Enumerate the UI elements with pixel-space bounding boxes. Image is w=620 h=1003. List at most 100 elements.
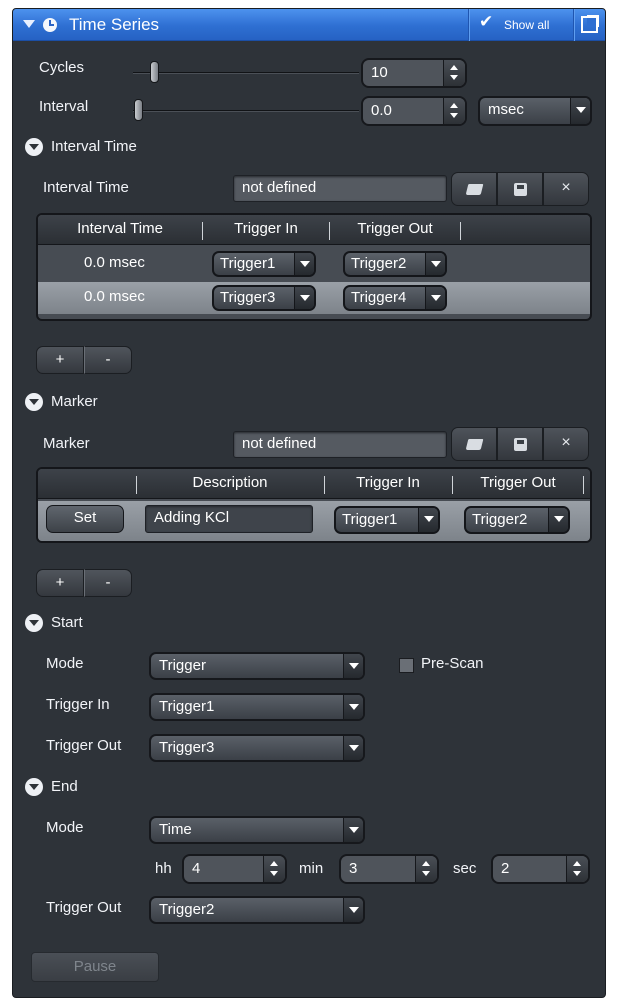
end-mode-value: Time <box>159 821 192 838</box>
minutes-spinbox[interactable]: 3 <box>339 854 439 884</box>
start-trigger-in-dropdown[interactable]: Trigger1 <box>149 693 365 721</box>
hours-spinbox[interactable]: 4 <box>182 854 287 884</box>
add-marker-row-button[interactable]: + <box>36 569 84 597</box>
trigger-out-dropdown[interactable]: Trigger2 <box>343 251 447 277</box>
trigger-in-dropdown[interactable]: Trigger3 <box>212 285 316 311</box>
prescan-checkbox[interactable] <box>399 658 414 673</box>
chevron-down-icon[interactable] <box>570 98 590 124</box>
chevron-down-icon[interactable] <box>343 898 363 922</box>
column-header[interactable]: Trigger In <box>203 220 329 237</box>
show-all-label[interactable]: Show all <box>504 18 549 32</box>
expand-toggle-icon[interactable] <box>25 778 43 796</box>
section-title[interactable]: Interval Time <box>51 138 137 155</box>
cycles-spinbox[interactable]: 10 <box>361 58 467 88</box>
minutes-value[interactable]: 3 <box>349 860 357 877</box>
save-interval-button[interactable] <box>497 172 543 206</box>
remove-interval-row-button[interactable]: - <box>84 346 132 374</box>
interval-value[interactable]: 0.0 <box>371 102 392 119</box>
clock-icon <box>43 18 57 32</box>
expand-toggle-icon[interactable] <box>25 138 43 156</box>
chevron-down-icon[interactable] <box>294 253 314 275</box>
interval-slider-track[interactable] <box>133 110 359 112</box>
open-interval-button[interactable] <box>451 172 497 206</box>
cycles-slider-track[interactable] <box>133 72 359 74</box>
column-header[interactable]: Trigger Out <box>330 220 460 237</box>
start-trigger-out-dropdown[interactable]: Trigger3 <box>149 734 365 762</box>
add-interval-row-button[interactable]: + <box>36 346 84 374</box>
chevron-down-icon[interactable] <box>425 253 445 275</box>
start-trigger-in-value: Trigger1 <box>159 698 215 715</box>
section-title[interactable]: End <box>51 778 78 795</box>
interval-unit-value: msec <box>488 101 524 118</box>
interval-time-table: Interval Time Trigger In Trigger Out 0.0… <box>36 213 592 321</box>
chevron-down-icon[interactable] <box>548 508 568 532</box>
trigger-out-dropdown[interactable]: Trigger4 <box>343 285 447 311</box>
chevron-down-icon[interactable] <box>418 508 438 532</box>
chevron-down-icon[interactable] <box>343 695 363 719</box>
minutes-label: min <box>299 860 324 877</box>
interval-label: Interval <box>39 98 89 115</box>
hours-value[interactable]: 4 <box>192 860 200 877</box>
save-disk-icon <box>514 183 527 196</box>
end-trigger-out-value: Trigger2 <box>159 901 215 918</box>
marker-description-input[interactable]: Adding KCl <box>145 505 313 533</box>
expand-toggle-icon[interactable] <box>25 393 43 411</box>
cycles-value[interactable]: 10 <box>371 64 388 81</box>
interval-slider-handle[interactable] <box>134 99 143 121</box>
end-trigger-out-dropdown[interactable]: Trigger2 <box>149 896 365 924</box>
seconds-spinbox[interactable]: 2 <box>491 854 590 884</box>
trigger-in-dropdown[interactable]: Trigger1 <box>334 506 440 534</box>
interval-stepper-arrows-icon[interactable] <box>443 98 465 124</box>
panel-titlebar[interactable]: Time Series ✔ Show all <box>13 9 605 41</box>
interval-unit-dropdown[interactable]: msec <box>478 96 592 126</box>
close-icon: × <box>561 434 571 451</box>
chevron-down-icon[interactable] <box>343 736 363 760</box>
end-mode-dropdown[interactable]: Time <box>149 816 365 844</box>
section-title[interactable]: Start <box>51 614 83 631</box>
trigger-in-dropdown[interactable]: Trigger1 <box>212 251 316 277</box>
seconds-stepper-arrows-icon[interactable] <box>566 856 588 882</box>
cycles-stepper-arrows-icon[interactable] <box>443 60 465 86</box>
delete-marker-button[interactable]: × <box>543 427 589 461</box>
set-marker-button[interactable]: Set <box>46 505 124 533</box>
show-all-check-icon[interactable]: ✔ <box>479 12 493 32</box>
end-mode-label: Mode <box>46 819 84 836</box>
interval-time-field[interactable]: not defined <box>233 175 447 202</box>
marker-field[interactable]: not defined <box>233 431 447 458</box>
chevron-down-icon[interactable] <box>294 287 314 309</box>
column-header[interactable]: Description <box>137 474 323 491</box>
chevron-down-icon[interactable] <box>343 654 363 678</box>
column-header[interactable]: Interval Time <box>38 220 202 237</box>
collapse-caret-icon[interactable] <box>23 20 35 28</box>
seconds-label: sec <box>453 860 477 877</box>
hours-stepper-arrows-icon[interactable] <box>263 856 285 882</box>
trigger-in-value: Trigger1 <box>342 511 398 528</box>
seconds-value[interactable]: 2 <box>501 860 509 877</box>
minutes-stepper-arrows-icon[interactable] <box>415 856 437 882</box>
delete-interval-button[interactable]: × <box>543 172 589 206</box>
table-row[interactable]: 0.0 msec Trigger1 Trigger2 <box>38 248 590 280</box>
interval-time-cell: 0.0 msec <box>84 288 145 305</box>
section-title[interactable]: Marker <box>51 393 98 410</box>
table-row-selected[interactable]: Set Adding KCl Trigger1 Trigger2 <box>38 501 590 541</box>
chevron-down-icon[interactable] <box>425 287 445 309</box>
interval-spinbox[interactable]: 0.0 <box>361 96 467 126</box>
start-mode-dropdown[interactable]: Trigger <box>149 652 365 680</box>
open-marker-button[interactable] <box>451 427 497 461</box>
save-marker-button[interactable] <box>497 427 543 461</box>
table-row-selected[interactable]: 0.0 msec Trigger3 Trigger4 <box>38 282 590 314</box>
undock-icon[interactable] <box>581 15 599 33</box>
titlebar-divider <box>573 9 574 41</box>
column-header[interactable]: Trigger In <box>325 474 451 491</box>
cycles-slider-handle[interactable] <box>150 61 159 83</box>
pause-button[interactable]: Pause <box>31 952 159 982</box>
chevron-down-icon[interactable] <box>343 818 363 842</box>
trigger-out-dropdown[interactable]: Trigger2 <box>464 506 570 534</box>
marker-table: Description Trigger In Trigger Out Set A… <box>36 467 592 543</box>
expand-toggle-icon[interactable] <box>25 614 43 632</box>
column-header[interactable]: Trigger Out <box>453 474 583 491</box>
remove-marker-row-button[interactable]: - <box>84 569 132 597</box>
end-trigger-out-label: Trigger Out <box>46 899 122 916</box>
prescan-label[interactable]: Pre-Scan <box>421 655 484 672</box>
folder-open-icon <box>465 439 484 450</box>
